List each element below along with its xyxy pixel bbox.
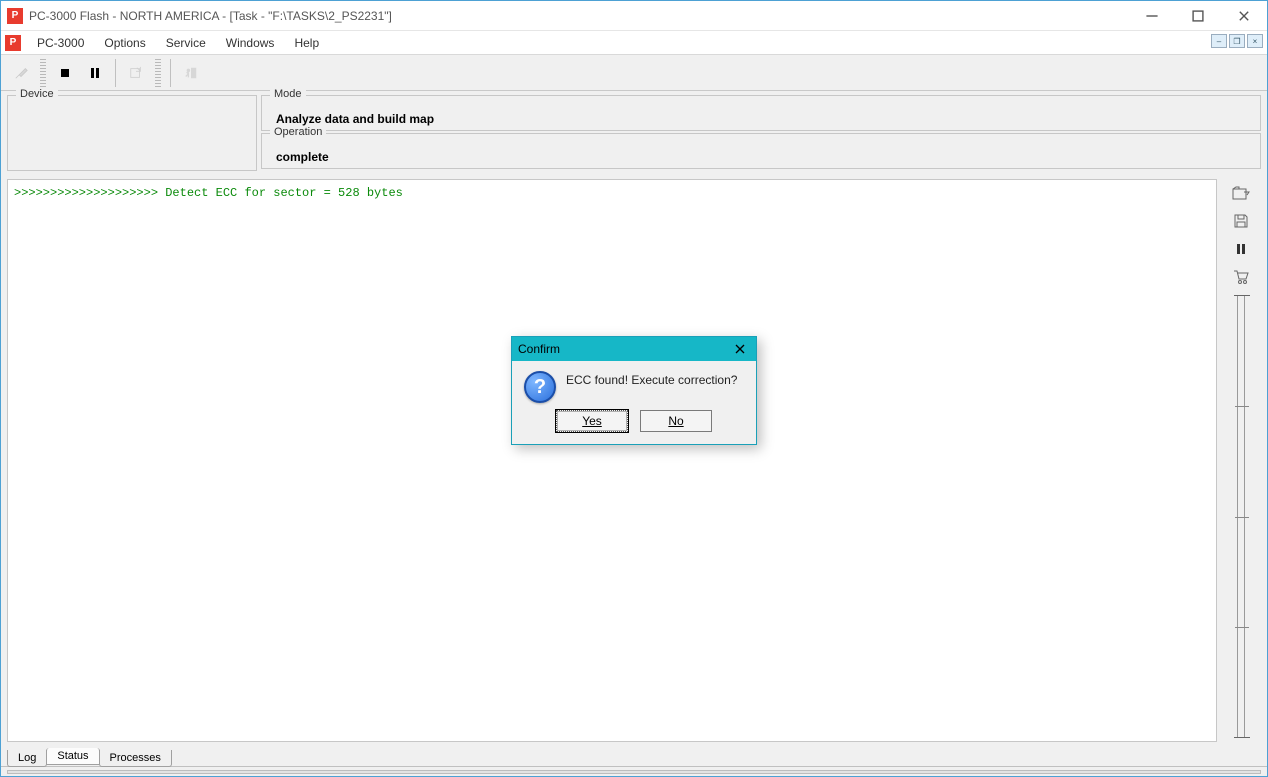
side-save-button[interactable] (1230, 210, 1252, 232)
progress-bar (7, 770, 1261, 774)
mdi-restore-button[interactable]: ❐ (1229, 34, 1245, 48)
confirm-dialog: Confirm ? ECC found! Execute correction?… (511, 336, 757, 445)
mdi-app-icon: P (5, 35, 21, 51)
tab-log[interactable]: Log (7, 750, 47, 767)
dialog-yes-button[interactable]: Yes (556, 410, 628, 432)
close-icon (1237, 9, 1251, 23)
question-icon: ? (524, 371, 556, 403)
side-cart-button[interactable] (1230, 266, 1252, 288)
export-icon (129, 66, 143, 80)
toolbar-separator-2 (170, 59, 171, 87)
close-button[interactable] (1221, 1, 1267, 30)
main-area: >>>>>>>>>>>>>>>>>>>> Detect ECC for sect… (7, 179, 1261, 742)
tool-export-button (122, 60, 150, 86)
dialog-title-bar[interactable]: Confirm (512, 337, 756, 361)
maximize-button[interactable] (1175, 1, 1221, 30)
toolbar-grip (40, 59, 46, 87)
operation-group: Operation complete (261, 133, 1261, 169)
menu-options[interactable]: Options (94, 32, 155, 54)
maximize-icon (1191, 9, 1205, 23)
side-panel (1221, 179, 1261, 742)
tab-processes[interactable]: Processes (99, 750, 172, 767)
dialog-yes-label: Yes (582, 414, 602, 428)
exit-icon (184, 66, 198, 80)
vertical-ruler[interactable] (1237, 295, 1245, 738)
mdi-close-button[interactable]: × (1247, 34, 1263, 48)
title-bar: P PC-3000 Flash - NORTH AMERICA - [Task … (1, 1, 1267, 31)
mdi-minimize-button[interactable]: ‒ (1211, 34, 1227, 48)
ruler-tick (1235, 406, 1249, 407)
tool-stop-button[interactable] (51, 60, 79, 86)
ruler-tick (1235, 627, 1249, 628)
pause-icon (88, 66, 102, 80)
bottom-tabs: Log Status Processes (1, 744, 1267, 766)
app-icon: P (7, 8, 23, 24)
device-legend: Device (16, 88, 58, 100)
side-pause-button[interactable] (1230, 238, 1252, 260)
device-group: Device (7, 95, 257, 171)
status-bar (1, 766, 1267, 776)
dialog-close-button[interactable] (730, 339, 750, 359)
log-pane[interactable]: >>>>>>>>>>>>>>>>>>>> Detect ECC for sect… (7, 179, 1217, 742)
tool-exit-button (177, 60, 205, 86)
dialog-buttons: Yes No (512, 410, 756, 444)
info-panels: Device Mode Analyze data and build map O… (1, 91, 1267, 173)
dialog-title: Confirm (518, 342, 730, 356)
pause-icon-2 (1234, 242, 1248, 256)
floppy-icon (1233, 213, 1249, 229)
minimize-button[interactable] (1129, 1, 1175, 30)
menu-bar: P PC-3000 Options Service Windows Help ‒… (1, 31, 1267, 55)
probe-icon (14, 66, 28, 80)
menu-pc3000[interactable]: PC-3000 (27, 32, 94, 54)
device-value (16, 110, 248, 112)
mdi-window-controls: ‒ ❐ × (1211, 34, 1263, 48)
close-icon (735, 344, 745, 354)
folder-open-icon (1232, 185, 1250, 201)
cart-icon (1233, 269, 1249, 285)
operation-value: complete (270, 148, 1252, 164)
dialog-no-label: No (668, 414, 683, 428)
toolbar (1, 55, 1267, 91)
menu-service[interactable]: Service (156, 32, 216, 54)
side-open-button[interactable] (1230, 182, 1252, 204)
tool-pause-button[interactable] (81, 60, 109, 86)
mode-legend: Mode (270, 88, 306, 100)
menu-windows[interactable]: Windows (216, 32, 285, 54)
dialog-message: ECC found! Execute correction? (566, 371, 737, 387)
window-title: PC-3000 Flash - NORTH AMERICA - [Task - … (29, 9, 1129, 23)
mode-group: Mode Analyze data and build map (261, 95, 1261, 131)
stop-icon (58, 66, 72, 80)
operation-legend: Operation (270, 126, 326, 138)
minimize-icon (1145, 9, 1159, 23)
toolbar-separator (115, 59, 116, 87)
log-line: >>>>>>>>>>>>>>>>>>>> Detect ECC for sect… (14, 186, 1210, 200)
dialog-no-button[interactable]: No (640, 410, 712, 432)
toolbar-grip-2 (155, 59, 161, 87)
menu-help[interactable]: Help (284, 32, 329, 54)
ruler-tick (1235, 517, 1249, 518)
window-controls (1129, 1, 1267, 30)
tab-status[interactable]: Status (46, 748, 99, 765)
tool-probe-button (7, 60, 35, 86)
dialog-body: ? ECC found! Execute correction? (512, 361, 756, 410)
mode-value: Analyze data and build map (270, 110, 1252, 126)
mode-op-column: Mode Analyze data and build map Operatio… (261, 95, 1261, 171)
